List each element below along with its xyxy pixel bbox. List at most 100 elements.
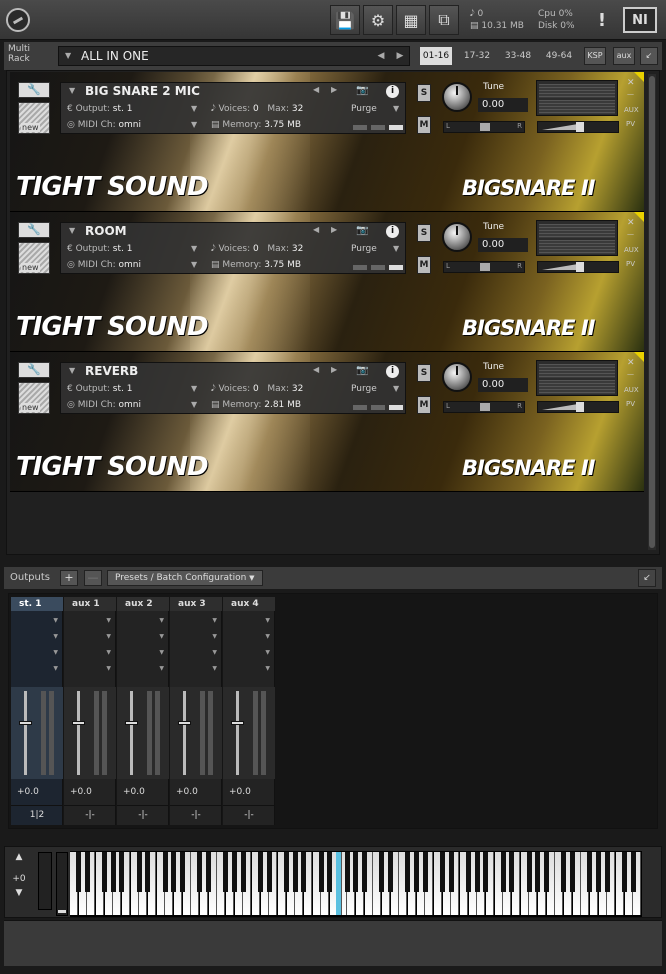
chevron-down-icon[interactable]: ▼ bbox=[212, 649, 217, 656]
midi-row[interactable]: ◎ MIDI Ch: omni bbox=[67, 400, 141, 410]
black-key[interactable] bbox=[483, 852, 489, 892]
channel-volume[interactable]: +0.0 bbox=[176, 787, 198, 797]
fader-track[interactable] bbox=[77, 691, 80, 775]
aux-toggle[interactable]: AUX bbox=[624, 246, 639, 254]
black-key[interactable] bbox=[292, 852, 298, 892]
aux-button[interactable]: aux bbox=[613, 47, 635, 65]
black-key[interactable] bbox=[630, 852, 636, 892]
collapse-icon[interactable]: ↙ bbox=[638, 569, 656, 587]
channel-name[interactable]: aux 1 bbox=[64, 597, 116, 611]
black-key[interactable] bbox=[101, 852, 107, 892]
prev-instrument-icon[interactable]: ◀ bbox=[313, 225, 319, 234]
purge-menu[interactable]: Purge bbox=[351, 104, 377, 114]
multi-name-field[interactable]: ▼ ALL IN ONE bbox=[58, 46, 410, 66]
prev-instrument-icon[interactable]: ◀ bbox=[313, 85, 319, 94]
black-key[interactable] bbox=[595, 852, 601, 892]
chevron-down-icon[interactable]: ▼ bbox=[53, 633, 58, 640]
pitch-bend-wheel[interactable] bbox=[38, 852, 52, 910]
chevron-down-icon[interactable]: ▼ bbox=[65, 47, 71, 65]
chevron-down-icon[interactable]: ▼ bbox=[159, 649, 164, 656]
next-instrument-icon[interactable]: ▶ bbox=[331, 225, 337, 234]
black-key[interactable] bbox=[110, 852, 116, 892]
tune-value[interactable]: 0.00 bbox=[478, 98, 528, 112]
black-key[interactable] bbox=[145, 852, 151, 892]
warning-icon[interactable]: ! bbox=[590, 6, 614, 34]
pv-toggle[interactable]: PV bbox=[626, 260, 635, 268]
tab-page-1[interactable]: 01-16 bbox=[420, 47, 452, 65]
output-dropdown-icon[interactable]: ▼ bbox=[191, 244, 197, 253]
fader-track[interactable] bbox=[236, 691, 239, 775]
channel-volume[interactable]: +0.0 bbox=[123, 787, 145, 797]
black-key[interactable] bbox=[266, 852, 272, 892]
instrument-name[interactable]: REVERB bbox=[85, 364, 138, 378]
add-output-button[interactable]: + bbox=[60, 570, 78, 586]
fader-knob[interactable] bbox=[72, 721, 85, 725]
black-key[interactable] bbox=[240, 852, 246, 892]
pan-slider[interactable]: LR bbox=[443, 121, 525, 133]
pv-toggle[interactable]: PV bbox=[626, 400, 635, 408]
black-key[interactable] bbox=[344, 852, 350, 892]
channel-routing[interactable]: -|- bbox=[64, 805, 116, 823]
black-key[interactable] bbox=[119, 852, 125, 892]
piano-keyboard[interactable] bbox=[70, 851, 642, 917]
fader-knob[interactable] bbox=[178, 721, 191, 725]
channel-volume[interactable]: +0.0 bbox=[229, 787, 251, 797]
black-key[interactable] bbox=[387, 852, 393, 892]
output-dropdown-icon[interactable]: ▼ bbox=[191, 104, 197, 113]
instrument-name[interactable]: ROOM bbox=[85, 224, 127, 238]
info-icon[interactable]: i bbox=[386, 85, 399, 98]
black-key[interactable] bbox=[526, 852, 532, 892]
chevron-down-icon[interactable]: ▼ bbox=[159, 633, 164, 640]
octave-down-icon[interactable]: ▼ bbox=[8, 888, 30, 898]
instrument-new-icon[interactable]: new bbox=[18, 242, 50, 274]
black-key[interactable] bbox=[621, 852, 627, 892]
minimize-icon[interactable]: — bbox=[627, 370, 634, 378]
black-key[interactable] bbox=[223, 852, 229, 892]
info-icon[interactable]: i bbox=[386, 365, 399, 378]
black-key[interactable] bbox=[361, 852, 367, 892]
black-key[interactable] bbox=[500, 852, 506, 892]
midi-dropdown-icon[interactable]: ▼ bbox=[191, 260, 197, 269]
instrument-new-icon[interactable]: new bbox=[18, 102, 50, 134]
mod-wheel[interactable] bbox=[56, 852, 68, 916]
fader-track[interactable] bbox=[183, 691, 186, 775]
channel-volume[interactable]: +0.0 bbox=[70, 787, 92, 797]
aux-toggle[interactable]: AUX bbox=[624, 386, 639, 394]
pv-toggle[interactable]: PV bbox=[626, 120, 635, 128]
kontakt-logo-icon[interactable] bbox=[6, 8, 30, 32]
aux-toggle[interactable]: AUX bbox=[624, 106, 639, 114]
close-icon[interactable]: ✕ bbox=[627, 358, 635, 368]
chevron-down-icon[interactable]: ▼ bbox=[265, 665, 270, 672]
wrench-icon[interactable]: 🔧 bbox=[18, 222, 50, 238]
tab-page-4[interactable]: 49-64 bbox=[540, 47, 578, 65]
chevron-down-icon[interactable]: ▼ bbox=[265, 633, 270, 640]
midi-dropdown-icon[interactable]: ▼ bbox=[191, 120, 197, 129]
tune-knob[interactable] bbox=[442, 82, 472, 112]
tune-value[interactable]: 0.00 bbox=[478, 378, 528, 392]
prev-multi-icon[interactable]: ◀ bbox=[374, 46, 388, 66]
solo-button[interactable]: S bbox=[417, 224, 431, 242]
mute-button[interactable]: M bbox=[417, 396, 431, 414]
fader-knob[interactable] bbox=[125, 721, 138, 725]
chevron-down-icon[interactable]: ▼ bbox=[212, 665, 217, 672]
black-key[interactable] bbox=[162, 852, 168, 892]
fader-track[interactable] bbox=[130, 691, 133, 775]
minimize-icon[interactable]: — bbox=[627, 90, 634, 98]
black-key[interactable] bbox=[301, 852, 307, 892]
output-row[interactable]: € Output: st. 1 bbox=[67, 384, 132, 394]
solo-button[interactable]: S bbox=[417, 84, 431, 102]
volume-slider[interactable] bbox=[537, 121, 619, 133]
black-key[interactable] bbox=[587, 852, 593, 892]
rack-scrollbar-thumb[interactable] bbox=[649, 76, 655, 548]
next-instrument-icon[interactable]: ▶ bbox=[331, 85, 337, 94]
tab-page-3[interactable]: 33-48 bbox=[499, 47, 537, 65]
chevron-down-icon[interactable]: ▼ bbox=[393, 244, 399, 253]
purge-menu[interactable]: Purge bbox=[351, 384, 377, 394]
black-key[interactable] bbox=[171, 852, 177, 892]
chevron-down-icon[interactable]: ▼ bbox=[393, 104, 399, 113]
view-icon[interactable]: ▦ bbox=[396, 5, 426, 35]
purge-menu[interactable]: Purge bbox=[351, 244, 377, 254]
black-key[interactable] bbox=[422, 852, 428, 892]
close-icon[interactable]: ✕ bbox=[627, 78, 635, 88]
highlighted-key[interactable] bbox=[335, 852, 342, 915]
